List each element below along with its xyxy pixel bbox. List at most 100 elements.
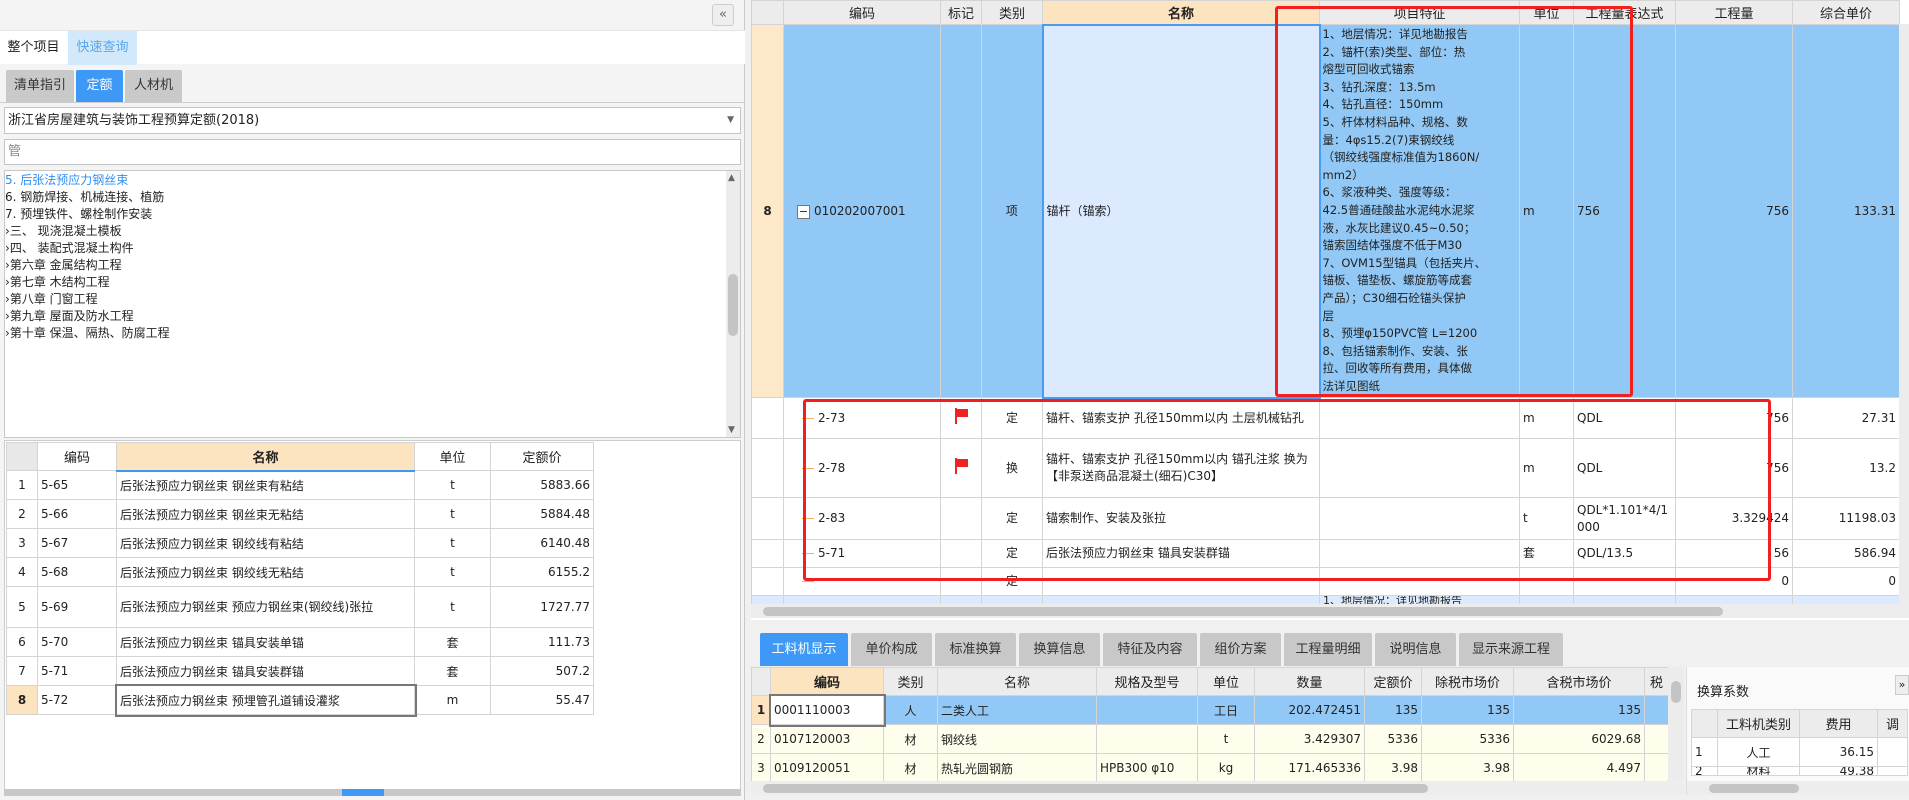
tab-labor-material-machine[interactable]: 人材机 bbox=[125, 70, 182, 102]
quota-code[interactable]: 5-66 bbox=[37, 499, 117, 529]
sub-item-row[interactable]: 2-83 定锚索制作、安装及张拉 t QDL*1.101*4/1000 3.329424… bbox=[751, 497, 1900, 540]
quota-library-select[interactable]: 浙江省房屋建筑与装饰工程预算定额(2018) ▼ bbox=[4, 107, 741, 134]
tree-item[interactable]: ›第十章 保温、隔热、防腐工程 bbox=[5, 324, 740, 341]
item-name[interactable]: 锚杆（锚索） bbox=[1041, 23, 1321, 399]
sub-item-name[interactable]: 锚杆、锚索支护 孔径150mm以内 土层机械钻孔 bbox=[1042, 397, 1320, 439]
tree-item[interactable]: ›第七章 木结构工程 bbox=[5, 273, 740, 290]
column-header[interactable] bbox=[6, 442, 38, 471]
sub-item-unit-price[interactable]: 0 bbox=[1792, 567, 1900, 596]
splitter-handle[interactable] bbox=[342, 789, 384, 796]
grid-vertical-scrollbar[interactable] bbox=[1899, 24, 1909, 604]
sub-item-unit-price[interactable]: 11198.03 bbox=[1792, 497, 1900, 540]
resource-code[interactable]: 0109120051 bbox=[770, 753, 884, 783]
sub-item-type[interactable]: 定 bbox=[981, 397, 1043, 439]
sub-item-features[interactable] bbox=[1319, 539, 1520, 568]
sub-item-quantity[interactable]: 756 bbox=[1675, 438, 1793, 498]
collapse-panel-button[interactable]: « bbox=[712, 4, 734, 26]
resource-spec[interactable] bbox=[1096, 695, 1198, 725]
quota-price[interactable]: 6155.2 bbox=[490, 557, 594, 587]
sub-item-unit[interactable]: m bbox=[1519, 438, 1574, 498]
resource-tax[interactable] bbox=[1644, 753, 1669, 783]
column-header[interactable]: 调 bbox=[1877, 709, 1908, 738]
column-header[interactable] bbox=[751, 667, 771, 696]
quota-price[interactable]: 55.47 bbox=[490, 685, 594, 715]
tree-item[interactable]: 7. 预埋铁件、螺栓制作安装 bbox=[5, 205, 740, 222]
grid-horizontal-scrollbar[interactable] bbox=[751, 604, 1909, 618]
scroll-thumb[interactable] bbox=[1709, 784, 1799, 793]
tree-item[interactable]: ›四、 装配式混凝土构件 bbox=[5, 239, 740, 256]
column-header[interactable]: 项目特征 bbox=[1319, 0, 1520, 25]
sub-item-quantity[interactable]: 0 bbox=[1675, 567, 1793, 596]
column-header[interactable]: 名称 bbox=[116, 442, 415, 472]
scroll-down-icon[interactable]: ▼ bbox=[728, 425, 735, 435]
sub-item-name[interactable] bbox=[1042, 567, 1320, 596]
tab-quota[interactable]: 定额 bbox=[76, 70, 123, 102]
sub-item-unit[interactable]: 套 bbox=[1519, 539, 1574, 568]
item-quantity[interactable]: 756 bbox=[1675, 24, 1793, 398]
resource-unit[interactable]: t bbox=[1197, 724, 1255, 754]
column-header[interactable]: 标记 bbox=[940, 0, 982, 25]
quota-name[interactable]: 后张法预应力钢丝束 锚具安装单锚 bbox=[116, 627, 415, 657]
scroll-thumb[interactable] bbox=[728, 274, 738, 336]
tree-scrollbar[interactable]: ▲ ▼ bbox=[726, 171, 740, 437]
sub-item-unit-price[interactable]: 586.94 bbox=[1792, 539, 1900, 568]
tree-item[interactable]: ›第六章 金属结构工程 bbox=[5, 256, 740, 273]
sub-item-expression[interactable] bbox=[1573, 567, 1676, 596]
column-header[interactable]: 类别 bbox=[981, 0, 1043, 25]
resource-code[interactable]: 0107120003 bbox=[770, 724, 884, 754]
table-row[interactable]: 2 0107120003 材钢绞线 t 3.429307 5336 5336 6029.68 bbox=[751, 724, 1669, 754]
sub-item-features[interactable] bbox=[1319, 567, 1520, 596]
collapse-toggle-icon[interactable]: − bbox=[797, 204, 810, 219]
sub-item-name[interactable]: 后张法预应力钢丝束 锚具安装群锚 bbox=[1042, 539, 1320, 568]
sub-item-type[interactable]: 换 bbox=[981, 438, 1043, 498]
sub-item-unit-price[interactable]: 13.2 bbox=[1792, 438, 1900, 498]
category[interactable]: 材料 bbox=[1717, 766, 1800, 776]
resource-price-excl-tax[interactable]: 135 bbox=[1421, 695, 1514, 725]
item-code-cell[interactable]: −010202007001 bbox=[783, 24, 941, 398]
tab-3[interactable]: 换算信息 bbox=[1019, 633, 1100, 666]
quota-price[interactable]: 507.2 bbox=[490, 656, 594, 686]
column-header[interactable]: 定额价 bbox=[1364, 667, 1422, 696]
quota-name[interactable]: 后张法预应力钢丝束 预埋管孔道铺设灌浆 bbox=[114, 683, 417, 717]
tab-6[interactable]: 工程量明细 bbox=[1284, 633, 1372, 666]
tab-2[interactable]: 标准换算 bbox=[935, 633, 1016, 666]
sub-item-row[interactable]: 定 00 bbox=[751, 567, 1900, 596]
column-header[interactable]: 工程量表达式 bbox=[1573, 0, 1676, 25]
tab-1[interactable]: 单价构成 bbox=[851, 633, 932, 666]
resource-quantity[interactable]: 3.429307 bbox=[1254, 724, 1365, 754]
column-header[interactable]: 数量 bbox=[1254, 667, 1365, 696]
quota-code[interactable]: 5-68 bbox=[37, 557, 117, 587]
sub-item-unit[interactable]: m bbox=[1519, 397, 1574, 439]
quota-unit[interactable]: t bbox=[414, 586, 491, 628]
adjust[interactable] bbox=[1877, 766, 1908, 776]
quota-name[interactable]: 后张法预应力钢丝束 钢绞线无粘结 bbox=[116, 557, 415, 587]
sub-item-name[interactable]: 锚杆、锚索支护 孔径150mm以内 锚孔注浆 换为【非泵送商品混凝土(细石)C3… bbox=[1042, 438, 1320, 498]
table-row[interactable]: 5 5-69 后张法预应力钢丝束 预应力钢丝束(钢绞线)张拉 t 1727.77 bbox=[6, 586, 594, 628]
resource-name[interactable]: 钢绞线 bbox=[937, 724, 1097, 754]
sub-item-unit[interactable] bbox=[1519, 567, 1574, 596]
tab-8[interactable]: 显示来源工程 bbox=[1459, 633, 1563, 666]
resource-grid-hscroll[interactable] bbox=[751, 781, 1684, 795]
resource-quantity[interactable]: 202.472451 bbox=[1254, 695, 1365, 725]
expand-icon[interactable]: » bbox=[1895, 675, 1909, 695]
resource-name[interactable]: 二类人工 bbox=[937, 695, 1097, 725]
sub-item-row[interactable]: 5-71 定后张法预应力钢丝束 锚具安装群锚 套 QDL/13.5 56 586.94 bbox=[751, 539, 1900, 568]
cost[interactable]: 49.38 bbox=[1799, 766, 1878, 776]
scroll-thumb[interactable] bbox=[763, 784, 1428, 793]
quota-price[interactable]: 5883.66 bbox=[490, 470, 594, 500]
tree-item[interactable]: ›第八章 门窗工程 bbox=[5, 290, 740, 307]
tab-quick-query[interactable]: 快速查询 bbox=[68, 31, 137, 65]
sub-item-mark[interactable] bbox=[940, 497, 982, 540]
tab-0[interactable]: 工料机显示 bbox=[760, 633, 848, 666]
sub-item-expression[interactable]: QDL bbox=[1573, 397, 1676, 439]
sub-item-type[interactable]: 定 bbox=[981, 497, 1043, 540]
column-header[interactable]: 单位 bbox=[414, 442, 491, 471]
quota-name[interactable]: 后张法预应力钢丝束 钢丝束无粘结 bbox=[116, 499, 415, 529]
quota-unit[interactable]: t bbox=[414, 528, 491, 558]
sub-item-expression[interactable]: QDL*1.101*4/1000 bbox=[1573, 497, 1676, 540]
table-row[interactable]: 2 材料 49.38 bbox=[1691, 766, 1908, 776]
tree-item[interactable]: 6. 钢筋焊接、机械连接、植筋 bbox=[5, 188, 740, 205]
resource-unit[interactable]: kg bbox=[1197, 753, 1255, 783]
quota-code[interactable]: 5-65 bbox=[37, 470, 117, 500]
category[interactable]: 人工 bbox=[1717, 737, 1800, 767]
